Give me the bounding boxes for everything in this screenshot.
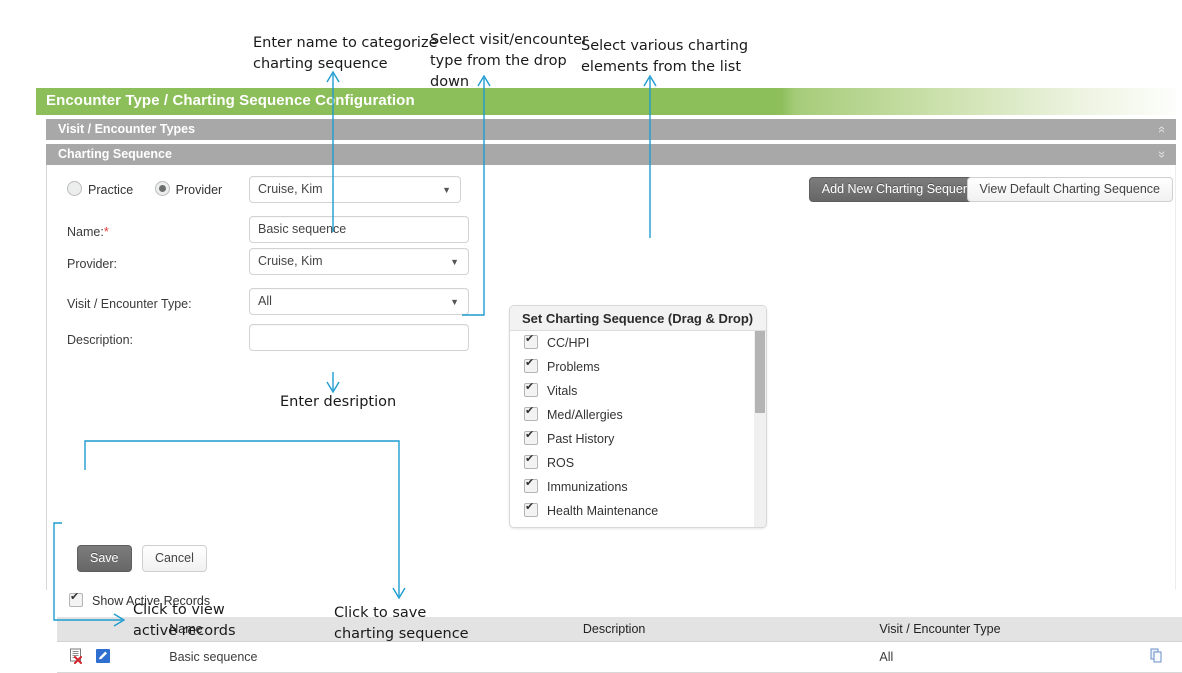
chevron-down-icon: ▼ — [450, 257, 459, 267]
checkbox-icon[interactable] — [524, 500, 538, 517]
show-active-records-checkbox[interactable] — [69, 590, 83, 607]
edit-record-icon[interactable] — [95, 648, 111, 667]
save-button[interactable]: Save — [77, 545, 132, 572]
label-description: Description: — [67, 333, 133, 347]
annotation-description-text: Enter desription — [280, 394, 397, 410]
description-input[interactable] — [249, 324, 469, 351]
radio-practice-label: Practice — [88, 183, 134, 197]
checkbox-icon[interactable] — [524, 452, 538, 469]
annotation-save-text: Click to save charting sequence — [334, 605, 469, 642]
column-header-visit-encounter-type[interactable]: Visit / Encounter Type — [878, 617, 1126, 642]
list-item[interactable]: CC/HPI — [510, 331, 766, 355]
annotation-active-text: Click to view active records — [133, 602, 236, 639]
provider-select[interactable]: Cruise, Kim ▼ — [249, 248, 469, 275]
panel-visit-encounter-types[interactable]: Visit / Encounter Types « — [46, 119, 1176, 140]
list-item-label: Past History — [547, 432, 615, 446]
scope-radio-group: Practice Provider — [67, 181, 240, 197]
copy-record-icon[interactable] — [1148, 647, 1165, 667]
panel-visit-encounter-types-title: Visit / Encounter Types — [58, 122, 196, 136]
scope-provider-select[interactable]: Cruise, Kim ▼ — [249, 176, 461, 203]
checkbox-icon[interactable] — [524, 380, 538, 397]
row-name-cell: Basic sequence — [168, 641, 582, 673]
name-input[interactable]: Basic sequence — [249, 216, 469, 243]
checkbox-icon[interactable] — [524, 332, 538, 349]
row-description-cell — [581, 641, 879, 673]
radio-provider[interactable] — [154, 181, 170, 196]
annotation-visit-type-text: Select visit/encounter type from the dro… — [430, 32, 589, 90]
scrollbar-thumb[interactable] — [755, 331, 765, 413]
list-item[interactable]: Procedures/Surgery — [510, 523, 766, 527]
chevron-down-icon[interactable]: » — [1153, 151, 1172, 158]
set-charting-sequence-title: Set Charting Sequence (Drag & Drop) — [510, 306, 766, 331]
row-visit-encounter-type-cell: All — [878, 641, 1126, 673]
set-charting-sequence-panel: Set Charting Sequence (Drag & Drop) CC/H… — [509, 305, 767, 528]
table-row[interactable]: Basic sequence All — [57, 641, 1182, 673]
form-actions: Save Cancel — [77, 545, 207, 572]
row-copy-cell — [1125, 641, 1182, 673]
scope-provider-select-value: Cruise, Kim — [258, 182, 323, 196]
required-asterisk: * — [103, 225, 109, 239]
page-header: Encounter Type / Charting Sequence Confi… — [36, 88, 1176, 115]
checkbox-icon[interactable] — [524, 476, 538, 493]
list-item-label: Immunizations — [547, 480, 628, 494]
visit-encounter-type-select-value: All — [258, 294, 272, 308]
list-item-label: CC/HPI — [547, 336, 590, 350]
radio-practice[interactable] — [67, 181, 82, 196]
label-provider: Provider: — [67, 257, 118, 271]
checkbox-icon[interactable] — [524, 356, 538, 373]
list-item[interactable]: Problems — [510, 355, 766, 379]
page-title: Encounter Type / Charting Sequence Confi… — [46, 92, 415, 109]
checkbox-icon[interactable] — [524, 428, 538, 445]
annotation-elements-text: Select various charting elements from th… — [581, 38, 749, 75]
column-header-copy — [1125, 617, 1182, 642]
list-item[interactable]: ROS — [510, 451, 766, 475]
visit-encounter-type-select[interactable]: All ▼ — [249, 288, 469, 315]
panel-charting-sequence-title: Charting Sequence — [58, 147, 172, 161]
list-item-label: Vitals — [547, 384, 578, 398]
list-item-label: Problems — [547, 360, 600, 374]
row-actions-cell — [57, 641, 169, 673]
charting-sequence-scrollbar[interactable] — [754, 331, 766, 527]
view-default-charting-sequence-button[interactable]: View Default Charting Sequence — [966, 177, 1173, 202]
panel-charting-sequence[interactable]: Charting Sequence » — [46, 144, 1176, 165]
list-item[interactable]: Vitals — [510, 379, 766, 403]
list-item-label: Health Maintenance — [547, 504, 659, 518]
radio-provider-label: Provider — [175, 183, 223, 197]
deactivate-record-icon[interactable] — [69, 648, 85, 667]
list-item[interactable]: Med/Allergies — [510, 403, 766, 427]
charting-sequence-list[interactable]: CC/HPI Problems Vitals Med/Allergies Pas… — [510, 331, 766, 527]
charting-sequence-panel-body: Practice Provider Cruise, Kim ▼ Add New … — [46, 165, 1182, 673]
column-header-description[interactable]: Description — [581, 617, 879, 642]
chevron-up-icon[interactable]: « — [1153, 126, 1172, 133]
label-visit-encounter-type: Visit / Encounter Type: — [67, 297, 192, 311]
list-item-label: Med/Allergies — [547, 408, 623, 422]
cancel-button[interactable]: Cancel — [141, 545, 207, 572]
list-item-label: ROS — [547, 456, 575, 470]
provider-select-value: Cruise, Kim — [258, 254, 323, 268]
app-container: Encounter Type / Charting Sequence Confi… — [36, 88, 1182, 673]
name-input-value: Basic sequence — [258, 222, 347, 236]
annotation-name-text: Enter name to categorize charting sequen… — [253, 35, 438, 72]
list-item[interactable]: Immunizations — [510, 475, 766, 499]
list-item[interactable]: Health Maintenance — [510, 499, 766, 523]
chevron-down-icon: ▼ — [450, 297, 459, 307]
label-name: Name:* — [67, 225, 109, 239]
chevron-down-icon: ▼ — [442, 185, 451, 195]
list-item[interactable]: Past History — [510, 427, 766, 451]
checkbox-icon[interactable] — [524, 404, 538, 421]
